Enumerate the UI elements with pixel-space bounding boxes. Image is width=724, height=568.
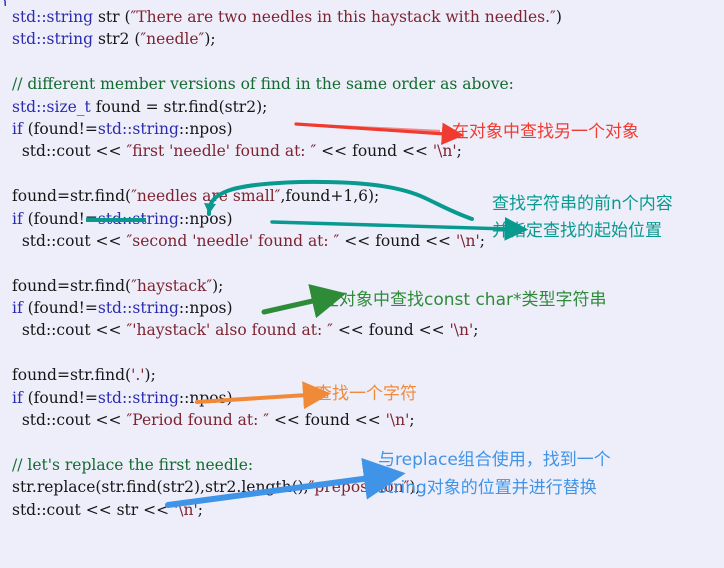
blue-arrow — [165, 457, 406, 508]
code-annotation-screenshot: { std::string str (″There are two needle… — [0, 0, 724, 568]
green-arrow — [261, 284, 347, 319]
orange-arrow — [195, 381, 331, 410]
teal-arrow — [86, 179, 529, 241]
red-arrow — [294, 122, 465, 145]
annotation-arrows-overlay — [86, 122, 529, 508]
